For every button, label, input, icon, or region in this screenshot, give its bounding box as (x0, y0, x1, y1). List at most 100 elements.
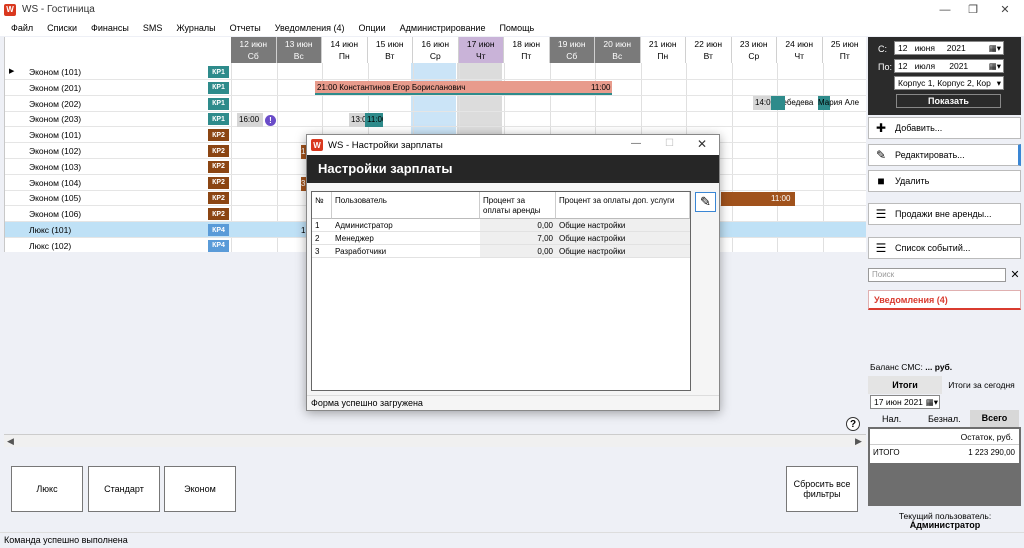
menu-options[interactable]: Опции (359, 23, 386, 33)
weekday-label: Ср (748, 51, 760, 61)
menu-file[interactable]: Файл (11, 23, 33, 33)
building-badge: КР4 (208, 239, 229, 252)
menu-help[interactable]: Помощь (499, 23, 534, 33)
date-column-header[interactable]: 14 июн Пн (322, 37, 368, 63)
list-icon: ☰ (875, 207, 887, 221)
tab-cash[interactable]: Нал. (882, 414, 901, 424)
reset-filters-button[interactable]: Сбросить все фильтры (786, 466, 858, 512)
date-column-header[interactable]: 13 июн Вс (276, 37, 322, 63)
booking-bar[interactable]: 13:0 (349, 113, 365, 127)
filter-standard-button[interactable]: Стандарт (88, 466, 160, 512)
from-date-field[interactable]: 12 июня 2021 ▦▾ (894, 41, 1004, 55)
salary-table[interactable]: № Пользователь Процент за оплаты аренды … (311, 191, 691, 391)
room-row[interactable]: Эконом (203) КР1 (5, 111, 866, 128)
restore-icon[interactable]: ❐ (958, 0, 988, 19)
menu-journals[interactable]: Журналы (176, 23, 215, 33)
date-column-header[interactable]: 23 июн Ср (731, 37, 777, 63)
tab-all[interactable]: Всего (970, 410, 1019, 427)
booking-bar[interactable]: 11:00 (365, 113, 383, 127)
add-button[interactable]: ✚ Добавить... (868, 117, 1021, 139)
menu-notifications[interactable]: Уведомления (4) (275, 23, 345, 33)
edit-row-button[interactable]: ✎ (695, 192, 716, 212)
table-cell[interactable]: Администратор (332, 219, 480, 232)
table-cell[interactable]: 1 (312, 219, 332, 232)
table-cell[interactable]: Менеджер (332, 232, 480, 245)
tab-noncash[interactable]: Безнал. (928, 414, 961, 424)
notifications-panel[interactable]: Уведомления (4) (868, 290, 1021, 310)
delete-button[interactable]: ■ Удалить (868, 170, 1021, 192)
date-column-header[interactable]: 18 июн Пт (504, 37, 550, 63)
date-column-header[interactable]: 16 июн Ср (413, 37, 459, 63)
events-button[interactable]: ☰ Список событий... (868, 237, 1021, 259)
close-icon[interactable]: ✕ (990, 0, 1020, 19)
close-icon[interactable]: ✕ (697, 137, 707, 151)
table-cell[interactable]: 7,00 (480, 232, 556, 245)
column-header[interactable]: Процент за оплаты аренды (480, 192, 556, 219)
table-cell[interactable]: 0,00 (480, 219, 556, 232)
date-column-header[interactable]: 21 июн Пн (640, 37, 686, 63)
totals-today-label: Итоги за сегодня (942, 376, 1021, 410)
scroll-right-icon[interactable]: ▶ (852, 435, 865, 448)
room-name: Эконом (201) (29, 82, 82, 93)
table-cell[interactable]: 0,00 (480, 245, 556, 258)
date-column-header[interactable]: 12 июн Сб (231, 37, 277, 63)
date-column-header[interactable]: 15 июн Вт (367, 37, 413, 63)
to-month: июля (914, 61, 936, 71)
date-column-header[interactable]: 19 июн Сб (549, 37, 595, 63)
room-row[interactable]: ▶ Эконом (101) КР1 (5, 64, 866, 80)
clear-search-icon[interactable]: ✕ (1009, 268, 1021, 282)
minimize-icon[interactable]: — (631, 138, 641, 149)
chevron-down-icon[interactable]: ▾ (996, 77, 1001, 89)
table-cell[interactable]: Общие настройки (556, 245, 690, 258)
minimize-icon[interactable]: — (930, 0, 960, 19)
table-cell[interactable]: Общие настройки (556, 219, 690, 232)
menu-finance[interactable]: Финансы (91, 23, 129, 33)
date-column-header[interactable]: 24 июн Чт (777, 37, 823, 63)
booking-bar[interactable]: 21:00 Константинов Егор Борисланович 11:… (315, 81, 612, 95)
filter-econom-button[interactable]: Эконом (164, 466, 236, 512)
weekday-label: Вс (612, 51, 623, 61)
date-column-header[interactable]: 22 июн Вт (686, 37, 732, 63)
maximize-icon[interactable]: ☐ (665, 138, 674, 149)
calendar-icon[interactable]: ▦▾ (989, 42, 1001, 54)
info-icon[interactable]: ! (265, 115, 276, 126)
column-header[interactable]: № (312, 192, 332, 219)
booking-bar[interactable]: 16:00 (237, 113, 263, 127)
help-icon[interactable]: ? (846, 417, 860, 431)
filter-lux-button[interactable]: Люкс (11, 466, 83, 512)
column-header[interactable]: Пользователь (332, 192, 480, 219)
totals-date-field[interactable]: 17 июн 2021 ▦▾ (870, 395, 940, 409)
calendar-icon[interactable]: ▦▾ (989, 60, 1001, 72)
events-label: Список событий... (895, 243, 971, 253)
room-row[interactable]: Эконом (202) КР1 (5, 96, 866, 112)
weekday-label: Пт (839, 51, 850, 61)
building-select[interactable]: Корпус 1, Корпус 2, Кор ▾ (894, 76, 1004, 90)
date-label: 25 июн (830, 39, 859, 49)
date-label: 17 июн (466, 39, 495, 49)
room-name: Люкс (101) (29, 225, 72, 235)
table-cell[interactable]: 3 (312, 245, 332, 258)
date-column-header[interactable]: 20 июн Вс (595, 37, 641, 63)
table-cell[interactable]: Общие настройки (556, 232, 690, 245)
menu-reports[interactable]: Отчеты (230, 23, 261, 33)
date-column-header[interactable]: 17 июн Чт (458, 37, 504, 63)
table-cell[interactable]: Разработчики (332, 245, 480, 258)
tab-totals[interactable]: Итоги (868, 376, 942, 394)
booking-bar[interactable]: 11:00 (721, 192, 795, 206)
horizontal-scrollbar[interactable]: ◀ ▶ (4, 434, 866, 447)
booking-guest2[interactable]: Мария Але (816, 96, 866, 110)
menu-admin[interactable]: Администрирование (400, 23, 486, 33)
to-date-field[interactable]: 12 июля 2021 ▦▾ (894, 59, 1004, 73)
menu-sms[interactable]: SMS (143, 23, 163, 33)
sales-button[interactable]: ☰ Продажи вне аренды... (868, 203, 1021, 225)
room-name: Эконом (101) (29, 67, 82, 77)
edit-button[interactable]: ✎ Редактировать... (868, 144, 1021, 166)
search-input[interactable]: Поиск (868, 268, 1006, 282)
calendar-icon[interactable]: ▦▾ (926, 396, 938, 408)
show-button[interactable]: Показать (896, 94, 1001, 108)
menu-lists[interactable]: Списки (47, 23, 77, 33)
date-column-header[interactable]: 25 июн Пт (822, 37, 866, 63)
table-cell[interactable]: 2 (312, 232, 332, 245)
column-header[interactable]: Процент за оплаты доп. услуги (556, 192, 690, 219)
scroll-left-icon[interactable]: ◀ (4, 435, 17, 448)
